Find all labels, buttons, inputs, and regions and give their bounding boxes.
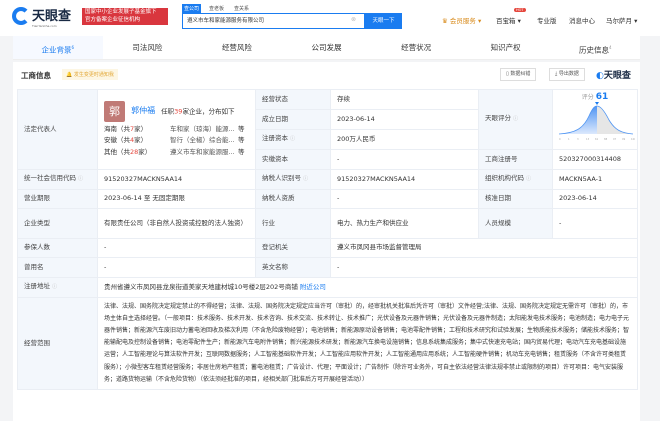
business-scope: 法律、法规、国务院决定规定禁止的不得经营；法律、法规、国务院决定规定应当许可（审… [97,296,638,390]
hot-badge: HOT [514,8,526,12]
search-tab-company[interactable]: 查公司 [182,4,202,13]
page-gutter [640,60,660,421]
score-chart: 评分 61 0 1 3 13 61 88 97 99 100 [552,89,638,150]
region-row[interactable]: 安徽（共4家） 智行（全椒）综合能... 等 [104,135,249,147]
section-title: 工商信息 [21,71,51,80]
help-icon: ⓘ [303,176,309,182]
label-score: 天眼评分 ⓘ [478,89,553,150]
help-icon: ⓘ [526,176,532,182]
search-input[interactable]: 遵义市车和家能源服务有限公司 [182,13,365,29]
search-button[interactable]: 天眼一下 [365,13,402,29]
region-row[interactable]: 其他（共28家） 遵义市车和家能源服... 等 [104,147,249,159]
label-legal-rep: 法定代表人 [17,89,98,170]
help-icon: ⓘ [78,176,84,182]
tab-bar: 企业背景6 司法风险 经营风险 公司发展 经营状况 知识产权 历史信息4 [13,36,640,60]
region-row[interactable]: 海南（共7家） 车和家（琼海）能源... 等 [104,124,249,136]
search-tab-relation[interactable]: 查关系 [232,4,251,13]
box-menu[interactable]: 百宝箱 ▾ [496,15,521,25]
pro-link[interactable]: 专业版 [537,15,557,25]
user-menu[interactable]: 马尔萨月 ▾ [606,15,637,25]
business-info-table: 法定代表人 郭 郭仲福 任职39家企业，分布如下 海南（共7家） 车和家（琼海）能… [17,89,638,390]
nearby-companies-link[interactable]: 附近公司 [300,283,326,291]
export-button[interactable]: ⤓ 导出数据 [549,68,585,81]
score-tick: 3 [577,137,579,141]
data-error-button[interactable]: ▯ 数据纠错 [500,68,537,81]
score-tick: 88 [604,137,608,141]
help-icon: ⓘ [290,136,296,142]
logo[interactable]: 天眼查 TianYanCha.com [12,7,71,28]
banner: 国家中小企业发展子基金旗下 官方备案企业征信机构 [82,8,168,25]
search-tab-boss[interactable]: 查老板 [207,4,226,13]
score-tick: 97 [613,137,617,141]
score-tick: 99 [622,137,626,141]
logo-icon [12,7,30,25]
legal-rep-cell: 郭 郭仲福 任职39家企业，分布如下 海南（共7家） 车和家（琼海）能源... 等安… [97,89,256,170]
score-tick: 0 [559,137,561,141]
notify-button[interactable]: 🔔 发生变更时通知我 [62,69,118,80]
help-icon: ⓘ [52,284,58,290]
vip-menu[interactable]: ♛ 会员服务 ▾ [442,15,481,25]
tab-background[interactable]: 企业背景6 [13,36,103,59]
business-info-card: 工商信息 🔔 发生变更时通知我 ▯ 数据纠错 ⤓ 导出数据 ◐天眼查 法定代表人… [13,62,640,421]
watermark-logo: ◐天眼查 [596,71,631,81]
score-tick: 1 [568,137,570,141]
score-tick: 13 [586,137,590,141]
tab-development[interactable]: 公司发展 [282,36,372,59]
top-bar: 天眼查 TianYanCha.com 国家中小企业发展子基金旗下 官方备案企业征信机… [0,0,660,36]
legal-rep-name[interactable]: 郭仲福 [131,106,155,115]
message-center[interactable]: 消息中心 [569,15,595,25]
tab-legal-risk[interactable]: 司法风险 [103,36,193,59]
score-tick: 100 [631,137,635,141]
tab-operation-status[interactable]: 经营状况 [371,36,461,59]
tab-history[interactable]: 历史信息4 [550,36,640,59]
avatar: 郭 [104,100,125,122]
score-tick: 61 [595,137,599,141]
tab-ip[interactable]: 知识产权 [461,36,551,59]
score-distribution-icon: 0 1 3 13 61 88 97 99 100 [558,102,636,141]
clear-icon[interactable]: ⊗ [351,16,356,23]
tab-operation-risk[interactable]: 经营风险 [192,36,282,59]
